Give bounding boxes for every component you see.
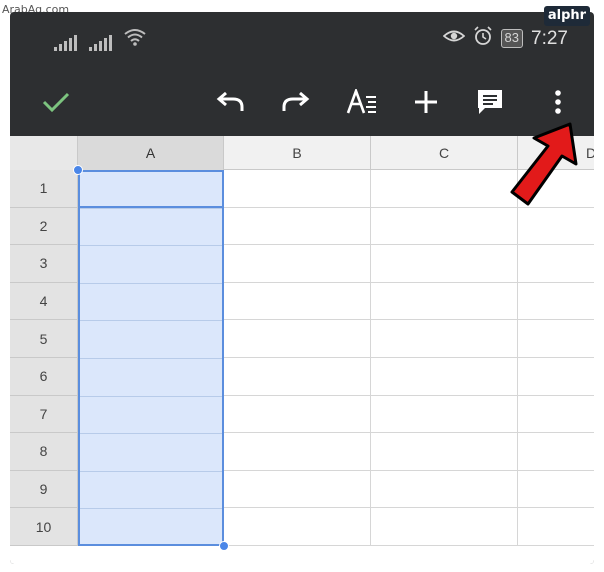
cell[interactable] — [224, 433, 371, 471]
signal-icon — [89, 35, 112, 51]
row-header-9[interactable]: 9 — [10, 470, 78, 509]
cell[interactable] — [224, 320, 371, 358]
cell[interactable] — [371, 508, 518, 546]
redo-icon[interactable] — [278, 84, 314, 120]
cell[interactable] — [371, 320, 518, 358]
select-all-corner[interactable] — [10, 136, 78, 170]
phone-screen: 83 7:27 A B C D 1 2 3 4 5 6 7 8 9 10 — [10, 12, 594, 564]
cell[interactable] — [371, 470, 518, 509]
row-header-8[interactable]: 8 — [10, 433, 78, 471]
undo-icon[interactable] — [212, 84, 248, 120]
selected-column-range[interactable] — [78, 170, 224, 546]
row-header-6[interactable]: 6 — [10, 358, 78, 396]
check-icon[interactable] — [38, 84, 74, 120]
row-header-10[interactable]: 10 — [10, 508, 78, 546]
add-icon[interactable] — [408, 84, 444, 120]
cell[interactable] — [371, 433, 518, 471]
row-header-3[interactable]: 3 — [10, 245, 78, 283]
row-header-1[interactable]: 1 — [10, 170, 78, 208]
cell[interactable] — [224, 358, 371, 396]
column-header-b[interactable]: B — [224, 136, 371, 170]
arrow-annotation — [510, 122, 578, 206]
cell[interactable] — [371, 358, 518, 396]
alarm-icon — [473, 26, 493, 51]
status-bar: 83 7:27 — [10, 12, 594, 66]
eye-icon — [442, 28, 465, 49]
cell[interactable] — [518, 320, 594, 358]
cell[interactable] — [224, 170, 371, 208]
more-vert-icon[interactable] — [540, 84, 576, 120]
cell[interactable] — [224, 245, 371, 283]
row-header-7[interactable]: 7 — [10, 395, 78, 434]
column-header-a[interactable]: A — [78, 136, 224, 170]
battery-icon: 83 — [500, 29, 524, 48]
active-cell[interactable] — [78, 170, 224, 208]
wifi-icon — [124, 28, 146, 51]
row-header-5[interactable]: 5 — [10, 320, 78, 358]
cell[interactable] — [224, 207, 371, 246]
cell[interactable] — [371, 282, 518, 321]
cell[interactable] — [518, 508, 594, 546]
cell[interactable] — [224, 508, 371, 546]
cell[interactable] — [224, 395, 371, 434]
cell[interactable] — [518, 396, 594, 434]
column-header-row: A B C D — [10, 136, 594, 170]
comment-icon[interactable] — [472, 84, 508, 120]
toolbar — [10, 66, 594, 136]
cell[interactable] — [371, 395, 518, 434]
cell[interactable] — [518, 471, 594, 509]
cell[interactable] — [224, 282, 371, 321]
status-time: 7:27 — [531, 27, 568, 49]
text-format-icon[interactable] — [344, 84, 380, 120]
cell[interactable] — [518, 433, 594, 471]
row-header-4[interactable]: 4 — [10, 282, 78, 321]
cell[interactable] — [371, 245, 518, 283]
cell[interactable] — [518, 283, 594, 321]
spreadsheet-grid[interactable]: A B C D 1 2 3 4 5 6 7 8 9 10 — [10, 136, 594, 564]
column-header-c[interactable]: C — [371, 136, 518, 170]
brand-logo: alphr — [544, 6, 590, 26]
cell[interactable] — [224, 470, 371, 509]
cell[interactable] — [371, 170, 518, 208]
cell[interactable] — [518, 245, 594, 283]
row-header-2[interactable]: 2 — [10, 207, 78, 246]
selection-handle-bottom[interactable] — [219, 541, 229, 551]
cell[interactable] — [518, 358, 594, 396]
selection-handle-top[interactable] — [73, 165, 83, 175]
cell[interactable] — [371, 207, 518, 246]
signal-icon — [54, 35, 77, 51]
cell[interactable] — [518, 208, 594, 246]
